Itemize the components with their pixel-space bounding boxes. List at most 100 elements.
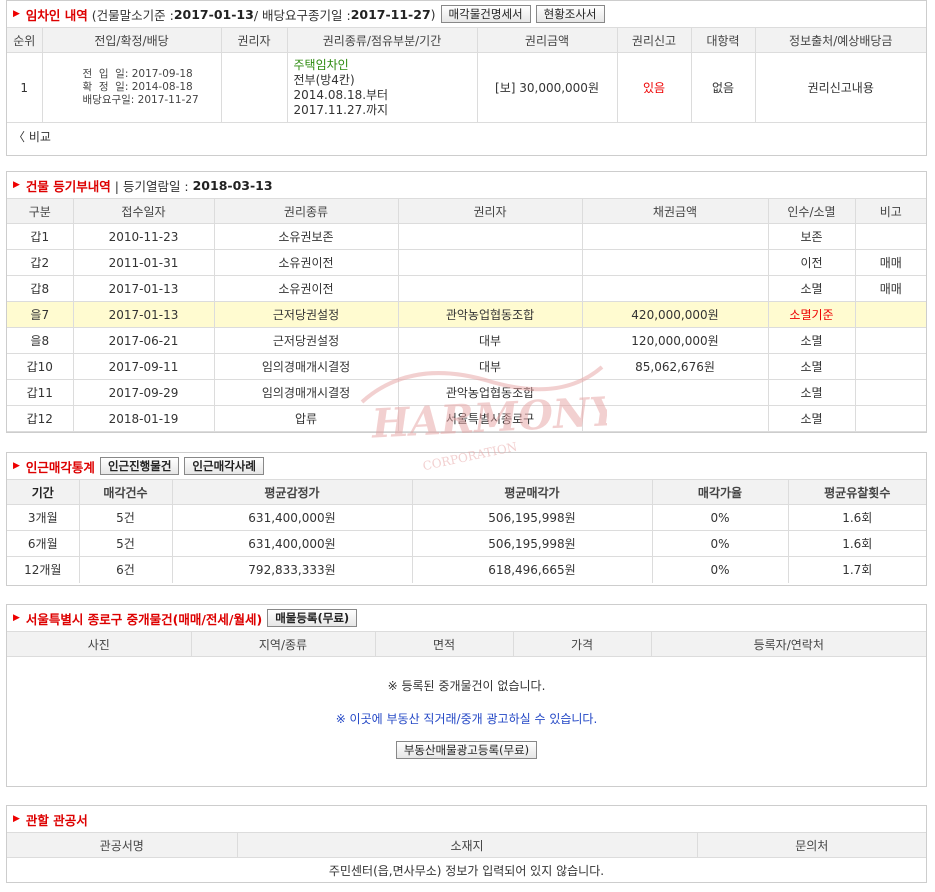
- section-arrow-icon: ▶: [13, 9, 20, 19]
- reg-holder: 관악농업협동조합: [397, 379, 583, 406]
- broker-col-photo: 사진: [7, 631, 192, 657]
- stats-header: ▶ 인근매각통계 인근진행물건 인근매각사례: [7, 453, 926, 479]
- tenant-col-holder: 권리자: [220, 27, 288, 53]
- reg-right: 근저당권설정: [213, 327, 399, 354]
- reg-status: 소멸: [767, 353, 856, 380]
- tenant-source: 권리신고내용: [754, 52, 926, 123]
- tenant-col-amount: 권리금액: [476, 27, 618, 53]
- tenant-col-opposing: 대항력: [690, 27, 756, 53]
- sale-spec-button[interactable]: 매각물건명세서: [440, 5, 531, 23]
- reg-date: 2018-01-19: [72, 405, 215, 432]
- tenant-sub-prefix: (건물말소기준 :: [91, 7, 174, 23]
- tenant-col-type: 권리종류/점유부분/기간: [286, 27, 478, 53]
- registry-section: ▶ 건물 등기부내역 | 등기열람일 : 2018-03-13 구분 접수일자 …: [6, 171, 927, 433]
- office-col-name: 관공서명: [7, 832, 238, 858]
- tenant-sub-suffix: ): [430, 6, 436, 22]
- broker-empty-msg: ※ 등록된 중개물건이 없습니다.: [387, 679, 546, 694]
- table-row: 을7 2017-01-13 근저당권설정 관악농업협동조합 420,000,000원 소멸…: [7, 301, 926, 328]
- stats-rate: 0%: [651, 504, 789, 531]
- stats-col-appraisal: 평균감정가: [171, 479, 413, 505]
- reg-type: 갑8: [7, 275, 74, 302]
- move-in-date: 전 입 일: 2017-09-18: [82, 68, 193, 80]
- broker-col-area: 면적: [374, 631, 514, 657]
- right-type-name: 주택임차인: [293, 57, 349, 72]
- stats-appraisal: 792,833,333원: [171, 556, 413, 583]
- reg-holder: [397, 275, 583, 302]
- tenant-amount: [보] 30,000,000원: [476, 52, 618, 123]
- broker-table: 사진 지역/종류 면적 가격 등록자/연락처 ※ 등록된 중개물건이 없습니다.…: [7, 631, 926, 784]
- reg-note: [854, 301, 926, 328]
- tenant-title: 임차인 내역: [25, 7, 88, 23]
- tenant-col-source: 정보출처/예상배당금: [754, 27, 926, 53]
- nearby-ongoing-button[interactable]: 인근진행물건: [99, 457, 180, 475]
- office-header: ▶ 관할 관공서: [7, 806, 926, 832]
- office-section: ▶ 관할 관공서 관공서명 소재지 문의처 주민센터(읍,면사무소) 정보가 입…: [6, 805, 927, 884]
- stats-col-fails: 평균유찰횟수: [787, 479, 926, 505]
- tenant-report: 있음: [616, 52, 692, 123]
- reg-amount: [581, 379, 769, 406]
- reg-amount: [581, 223, 769, 250]
- reg-right: 임의경매개시결정: [213, 379, 399, 406]
- table-row: 을8 2017-06-21 근저당권설정 대부 120,000,000원 소멸: [7, 327, 926, 354]
- stats-fails: 1.6회: [787, 530, 926, 557]
- registry-date: 2018-03-13: [192, 177, 273, 193]
- compare-label: 비교: [28, 130, 51, 144]
- table-row: 갑1 2010-11-23 소유권보존 보존: [7, 223, 926, 250]
- stats-col-sale: 평균매각가: [411, 479, 653, 505]
- survey-report-button[interactable]: 현황조사서: [535, 5, 605, 23]
- stats-table: 기간 매각건수 평균감정가 평균매각가 매각가율 평균유찰횟수 3개월 5건 631…: [7, 479, 926, 583]
- reg-date: 2017-01-13: [72, 301, 215, 328]
- reg-date: 2017-06-21: [72, 327, 215, 354]
- right-part: 전부(방4칸): [293, 72, 355, 87]
- reg-status: 이전: [767, 249, 856, 276]
- reg-note: 매매: [854, 249, 926, 276]
- table-row: 갑11 2017-09-29 임의경매개시결정 관악농업협동조합 소멸: [7, 379, 926, 406]
- reg-type: 을8: [7, 327, 74, 354]
- stats-count: 6건: [78, 556, 173, 583]
- table-row: 갑10 2017-09-11 임의경매개시결정 대부 85,062,676원 소멸: [7, 353, 926, 380]
- broker-title: 서울특별시 종로구 중개물건(매매/전세/월세): [25, 611, 263, 627]
- compare-link[interactable]: 〈 비교: [13, 130, 51, 144]
- reg-status: 소멸: [767, 379, 856, 406]
- reg-amount: 85,062,676원: [581, 353, 769, 380]
- stats-sale: 506,195,998원: [411, 530, 653, 557]
- stats-col-count: 매각건수: [78, 479, 173, 505]
- reg-holder: [397, 223, 583, 250]
- table-row: 갑8 2017-01-13 소유권이전 소멸 매매: [7, 275, 926, 302]
- right-from: 2014.08.18.부터: [293, 87, 389, 102]
- right-to: 2017.11.27.까지: [293, 102, 389, 117]
- stats-appraisal: 631,400,000원: [171, 504, 413, 531]
- reg-holder: 서울특별시종로구: [397, 405, 583, 432]
- reg-right: 임의경매개시결정: [213, 353, 399, 380]
- compare-row: 〈 비교: [7, 123, 926, 149]
- table-row: 12개월 6건 792,833,333원 618,496,665원 0% 1.7회: [7, 556, 926, 583]
- office-table: 관공서명 소재지 문의처 주민센터(읍,면사무소) 정보가 입력되어 있지 않습…: [7, 832, 926, 884]
- tenant-holder: [220, 52, 288, 123]
- section-arrow-icon: ▶: [13, 180, 20, 190]
- listing-register-button[interactable]: 매물등록(무료): [267, 609, 358, 627]
- reg-date: 2010-11-23: [72, 223, 215, 250]
- stats-period: 12개월: [7, 556, 80, 583]
- reg-amount: [581, 405, 769, 432]
- stats-title: 인근매각통계: [25, 459, 95, 475]
- reg-note: [854, 327, 926, 354]
- reg-status: 소멸기준: [767, 301, 856, 328]
- dividend-date: 배당요구일: 2017-11-27: [82, 94, 199, 106]
- reg-type: 갑2: [7, 249, 74, 276]
- broker-empty-row: ※ 등록된 중개물건이 없습니다. ※ 이곳에 부동산 직거래/중개 광고하실 …: [7, 656, 926, 784]
- reg-date: 2017-09-11: [72, 353, 215, 380]
- office-empty-msg: 주민센터(읍,면사무소) 정보가 입력되어 있지 않습니다.: [7, 857, 926, 884]
- reg-col-right: 권리종류: [213, 198, 399, 224]
- registry-header: ▶ 건물 등기부내역 | 등기열람일 : 2018-03-13: [7, 172, 926, 198]
- table-row: 갑2 2011-01-31 소유권이전 이전 매매: [7, 249, 926, 276]
- section-arrow-icon: ▶: [13, 613, 20, 623]
- broker-empty-cell: ※ 등록된 중개물건이 없습니다. ※ 이곳에 부동산 직거래/중개 광고하실 …: [7, 656, 926, 784]
- reg-right: 근저당권설정: [213, 301, 399, 328]
- reg-type: 갑12: [7, 405, 74, 432]
- registry-title: 건물 등기부내역: [25, 178, 111, 194]
- reg-col-note: 비고: [854, 198, 926, 224]
- reg-right: 압류: [213, 405, 399, 432]
- stats-fails: 1.6회: [787, 504, 926, 531]
- ad-register-button[interactable]: 부동산매물광고등록(무료): [395, 741, 538, 760]
- nearby-sales-button[interactable]: 인근매각사례: [184, 457, 264, 475]
